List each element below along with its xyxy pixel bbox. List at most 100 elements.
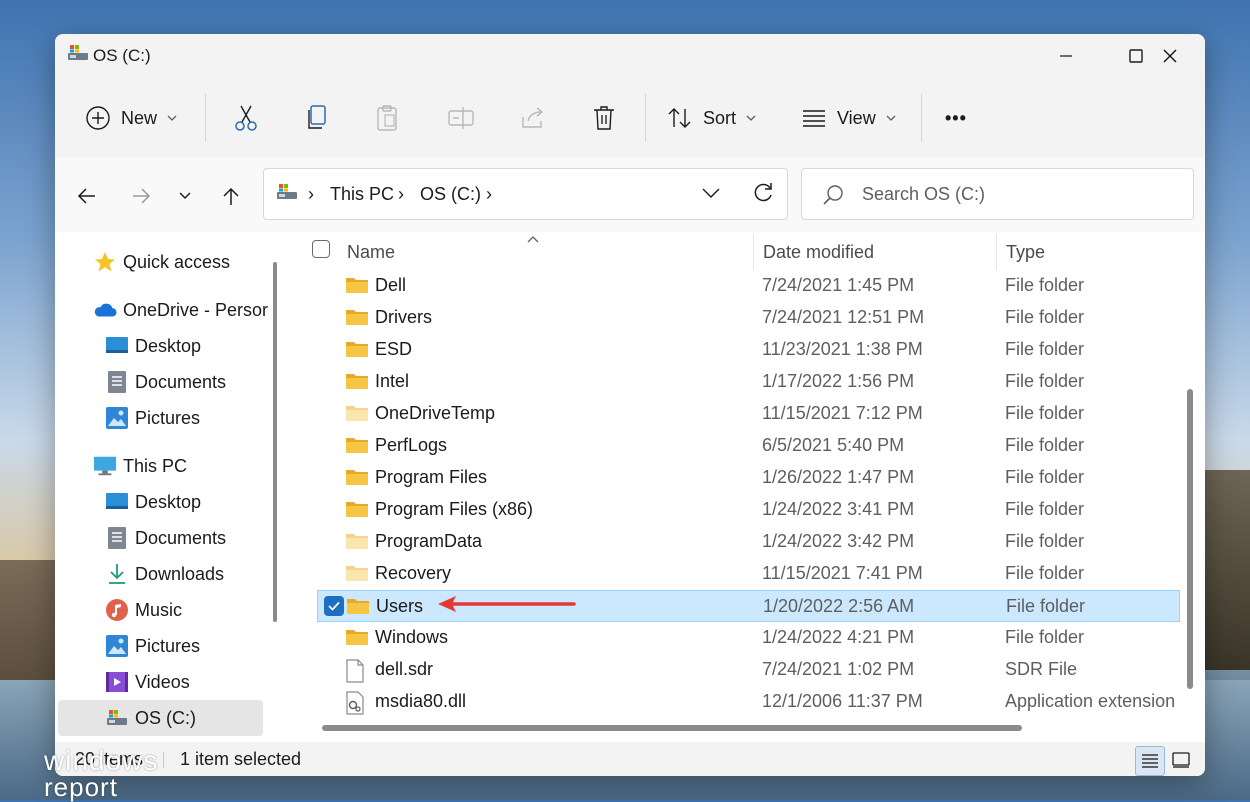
sidebar-scrollbar[interactable]	[273, 262, 277, 622]
file-date-modified: 7/24/2021 12:51 PM	[762, 307, 925, 327]
search-icon	[822, 184, 844, 211]
share-button[interactable]	[520, 100, 546, 136]
chevron-down-icon	[167, 115, 177, 121]
table-row[interactable]: ESD 11/23/2021 1:38 PM File folder	[317, 334, 1180, 366]
sort-icon	[668, 108, 691, 128]
refresh-button[interactable]	[752, 182, 774, 209]
sidebar-item-desktop[interactable]: Desktop	[105, 485, 201, 519]
table-row[interactable]: dell.sdr 7/24/2021 1:02 PM SDR File	[317, 654, 1180, 686]
chevron-down-icon	[702, 188, 720, 198]
file-name: Dell	[375, 275, 407, 295]
table-row[interactable]: PerfLogs 6/5/2021 5:40 PM File folder	[317, 430, 1180, 462]
toolbar-divider	[921, 94, 922, 142]
videos-icon	[105, 670, 129, 694]
folder-icon	[345, 499, 369, 524]
sidebar-item-music[interactable]: Music	[105, 593, 182, 627]
breadcrumb-os-c[interactable]: OS (C:)	[420, 184, 481, 205]
see-more-button[interactable]: •••	[945, 100, 967, 136]
forward-button[interactable]	[123, 178, 159, 214]
sidebar-item-quick-access[interactable]: Quick access	[93, 245, 230, 279]
view-button[interactable]: View	[801, 100, 896, 136]
arrow-right-icon	[133, 188, 151, 204]
watermark-line-1: windows	[44, 745, 159, 776]
table-row[interactable]: Recovery 11/15/2021 7:41 PM File folder	[317, 558, 1180, 590]
search-box[interactable]: Search OS (C:)	[801, 168, 1194, 220]
table-row[interactable]: OneDriveTemp 11/15/2021 7:12 PM File folde…	[317, 398, 1180, 430]
row-checkbox[interactable]	[324, 596, 344, 616]
file-list-horizontal-scrollbar[interactable]	[322, 725, 1022, 731]
sidebar-item-documents[interactable]: Documents	[105, 365, 226, 399]
file-type: File folder	[1005, 627, 1085, 647]
sort-button[interactable]: Sort	[667, 100, 756, 136]
sidebar-item-desktop[interactable]: Desktop	[105, 329, 201, 363]
table-row[interactable]: Intel 1/17/2022 1:56 PM File folder	[317, 366, 1180, 398]
table-row[interactable]: Drivers 7/24/2021 12:51 PM File folder	[317, 302, 1180, 334]
drive-icon	[105, 706, 129, 730]
sidebar-item-label: Desktop	[135, 335, 202, 356]
cut-button[interactable]	[233, 100, 259, 136]
details-view-button[interactable]	[1135, 746, 1165, 776]
rename-button[interactable]	[447, 100, 475, 136]
address-bar[interactable]: › This PC › OS (C:) ›	[263, 168, 788, 220]
sidebar-item-label: Pictures	[135, 635, 201, 656]
trash-icon	[594, 106, 614, 130]
file-date-modified: 11/15/2021 7:12 PM	[762, 403, 923, 423]
sidebar-item-this-pc[interactable]: This PC	[93, 449, 187, 483]
file-name: Drivers	[375, 307, 432, 327]
sidebar-item-label: Downloads	[135, 563, 225, 584]
file-type: File folder	[1006, 596, 1086, 616]
documents-folder-icon	[105, 370, 129, 394]
sidebar-item-pictures[interactable]: Pictures	[105, 401, 200, 435]
column-header-date-modified[interactable]: Date modified	[763, 242, 874, 263]
dll-file-icon	[345, 691, 365, 720]
file-list-vertical-scrollbar[interactable]	[1187, 389, 1193, 689]
table-row[interactable]: msdia80.dll 12/1/2006 11:37 PM Application…	[317, 686, 1180, 718]
sidebar-item-downloads[interactable]: Downloads	[105, 557, 224, 591]
folder-icon	[345, 531, 369, 556]
folder-icon	[345, 627, 369, 652]
title-bar: OS (C:)	[55, 34, 1205, 78]
address-history-button[interactable]	[702, 186, 720, 204]
sidebar-item-documents[interactable]: Documents	[105, 521, 226, 555]
minimize-button[interactable]	[1031, 34, 1101, 78]
sidebar-item-videos[interactable]: Videos	[105, 665, 190, 699]
details-view-icon	[1142, 754, 1158, 768]
file-date-modified: 7/24/2021 1:45 PM	[762, 275, 915, 295]
copy-button[interactable]	[305, 100, 329, 136]
sidebar-item-label: Music	[135, 599, 183, 620]
recent-locations-button[interactable]	[167, 178, 203, 214]
table-row[interactable]: Windows 1/24/2022 4:21 PM File folder	[317, 622, 1180, 654]
table-row[interactable]: Program Files 1/26/2022 1:47 PM File folde…	[317, 462, 1180, 494]
table-row[interactable]: Program Files (x86) 1/24/2022 3:41 PM File…	[317, 494, 1180, 526]
breadcrumb-this-pc[interactable]: This PC	[330, 184, 394, 205]
up-button[interactable]	[213, 178, 249, 214]
table-row[interactable]: ProgramData 1/24/2022 3:42 PM File folder	[317, 526, 1180, 558]
sidebar-item-onedrive[interactable]: OneDrive - Persor	[93, 293, 268, 327]
file-type: File folder	[1005, 339, 1085, 359]
large-icons-view-button[interactable]	[1167, 746, 1195, 774]
breadcrumb-separator[interactable]: ›	[398, 184, 404, 205]
sidebar-item-os-c[interactable]: OS (C:)	[105, 701, 196, 735]
column-header-name[interactable]: Name	[347, 242, 395, 263]
back-button[interactable]	[69, 178, 105, 214]
file-date-modified: 11/23/2021 1:38 PM	[762, 339, 923, 359]
sidebar-item-pictures[interactable]: Pictures	[105, 629, 200, 663]
file-name: dell.sdr	[375, 659, 434, 679]
column-divider[interactable]	[753, 234, 754, 270]
close-button[interactable]	[1135, 34, 1205, 78]
paste-button[interactable]	[375, 100, 399, 136]
sidebar-item-label: OneDrive - Persor	[123, 299, 269, 320]
rename-icon	[448, 107, 474, 129]
table-row[interactable]: Dell 7/24/2021 1:45 PM File folder	[317, 270, 1180, 302]
select-all-checkbox[interactable]	[312, 240, 330, 258]
folder-icon	[345, 339, 369, 364]
breadcrumb-separator[interactable]: ›	[486, 184, 492, 205]
breadcrumb-separator[interactable]: ›	[308, 184, 314, 205]
refresh-icon	[754, 183, 772, 202]
delete-button[interactable]	[592, 100, 616, 136]
file-type: File folder	[1005, 371, 1085, 391]
column-divider[interactable]	[996, 234, 997, 270]
file-date-modified: 11/15/2021 7:41 PM	[762, 563, 923, 583]
column-header-type[interactable]: Type	[1006, 242, 1045, 263]
new-button[interactable]: New	[85, 100, 177, 136]
